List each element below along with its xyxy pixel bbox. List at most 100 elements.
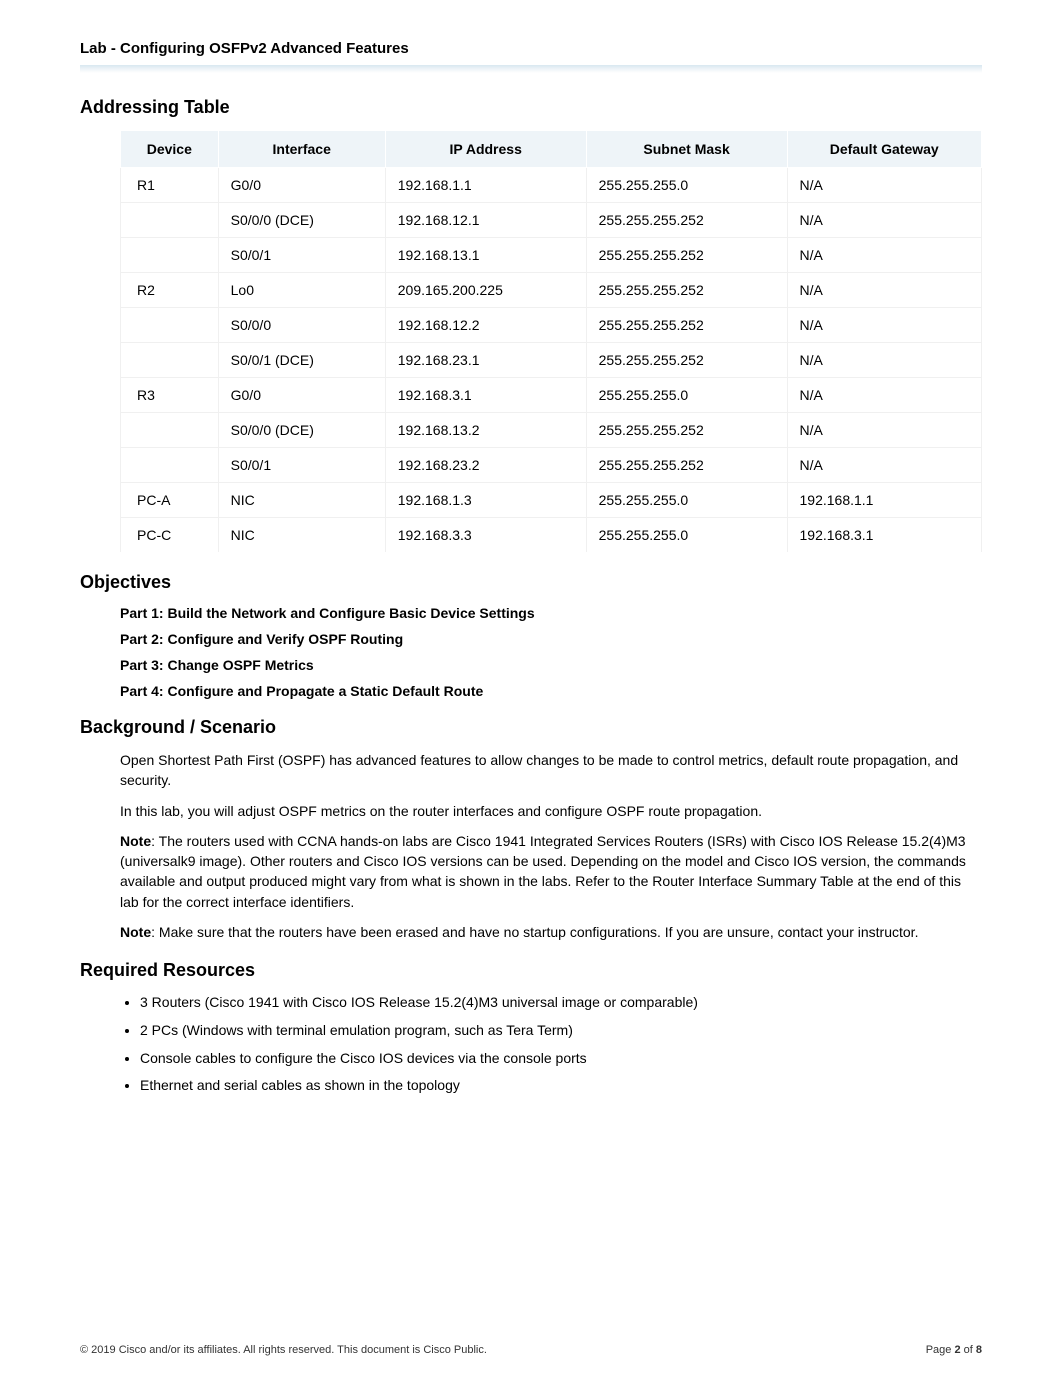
cell: 255.255.255.252 (586, 238, 787, 273)
addressing-table: Device Interface IP Address Subnet Mask … (120, 130, 982, 552)
resources-heading: Required Resources (80, 960, 982, 981)
cell: R3 (121, 378, 219, 413)
cell: 255.255.255.0 (586, 518, 787, 553)
table-row: S0/0/1192.168.13.1255.255.255.252N/A (121, 238, 982, 273)
bg-p1: Open Shortest Path First (OSPF) has adva… (120, 750, 982, 791)
cell: 209.165.200.225 (385, 273, 586, 308)
cell (121, 413, 219, 448)
cell: R1 (121, 168, 219, 203)
cell: S0/0/0 (218, 308, 385, 343)
col-gateway: Default Gateway (787, 131, 982, 168)
objective-item: Part 3: Change OSPF Metrics (120, 657, 982, 673)
lab-title: Lab - Configuring OSFPv2 Advanced Featur… (80, 40, 982, 65)
cell (121, 343, 219, 378)
cell: 255.255.255.252 (586, 413, 787, 448)
objective-item: Part 1: Build the Network and Configure … (120, 605, 982, 621)
cell: 255.255.255.252 (586, 203, 787, 238)
table-row: R2Lo0209.165.200.225255.255.255.252N/A (121, 273, 982, 308)
cell: 255.255.255.0 (586, 378, 787, 413)
note-label: Note (120, 924, 151, 940)
cell: S0/0/0 (DCE) (218, 413, 385, 448)
cell: 192.168.3.1 (787, 518, 982, 553)
note-body: : The routers used with CCNA hands-on la… (120, 833, 966, 910)
cell: 192.168.12.2 (385, 308, 586, 343)
cell: 192.168.12.1 (385, 203, 586, 238)
cell: 192.168.1.1 (385, 168, 586, 203)
cell: PC-A (121, 483, 219, 518)
cell: Lo0 (218, 273, 385, 308)
resources-list: 3 Routers (Cisco 1941 with Cisco IOS Rel… (80, 993, 982, 1095)
table-row: S0/0/1192.168.23.2255.255.255.252N/A (121, 448, 982, 483)
cell: 192.168.23.1 (385, 343, 586, 378)
cell: R2 (121, 273, 219, 308)
cell: 192.168.3.3 (385, 518, 586, 553)
objectives-heading: Objectives (80, 572, 982, 593)
cell: 192.168.13.1 (385, 238, 586, 273)
col-interface: Interface (218, 131, 385, 168)
cell: N/A (787, 413, 982, 448)
cell: N/A (787, 308, 982, 343)
bg-note1: Note: The routers used with CCNA hands-o… (120, 831, 982, 912)
table-row: S0/0/0192.168.12.2255.255.255.252N/A (121, 308, 982, 343)
table-row: S0/0/0 (DCE)192.168.12.1255.255.255.252N… (121, 203, 982, 238)
footer-page: Page 2 of 8 (926, 1344, 982, 1356)
cell: N/A (787, 203, 982, 238)
cell: 255.255.255.252 (586, 308, 787, 343)
cell: S0/0/1 (218, 448, 385, 483)
table-header-row: Device Interface IP Address Subnet Mask … (121, 131, 982, 168)
objectives-list: Part 1: Build the Network and Configure … (80, 605, 982, 699)
resource-item: Ethernet and serial cables as shown in t… (140, 1076, 982, 1096)
cell: 192.168.23.2 (385, 448, 586, 483)
cell (121, 238, 219, 273)
resource-item: 3 Routers (Cisco 1941 with Cisco IOS Rel… (140, 993, 982, 1013)
cell: 192.168.3.1 (385, 378, 586, 413)
cell (121, 308, 219, 343)
footer-copyright: © 2019 Cisco and/or its affiliates. All … (80, 1344, 487, 1356)
table-row: R1G0/0192.168.1.1255.255.255.0N/A (121, 168, 982, 203)
header-divider (80, 65, 982, 73)
note-body: : Make sure that the routers have been e… (151, 924, 918, 940)
objective-item: Part 4: Configure and Propagate a Static… (120, 683, 982, 699)
cell: 255.255.255.0 (586, 168, 787, 203)
cell: S0/0/1 (DCE) (218, 343, 385, 378)
objective-item: Part 2: Configure and Verify OSPF Routin… (120, 631, 982, 647)
cell: N/A (787, 238, 982, 273)
col-ip: IP Address (385, 131, 586, 168)
cell: N/A (787, 273, 982, 308)
cell: 255.255.255.0 (586, 483, 787, 518)
table-row: R3G0/0192.168.3.1255.255.255.0N/A (121, 378, 982, 413)
cell (121, 203, 219, 238)
bg-p2: In this lab, you will adjust OSPF metric… (120, 801, 982, 821)
cell: 255.255.255.252 (586, 273, 787, 308)
page-footer: © 2019 Cisco and/or its affiliates. All … (80, 1344, 982, 1356)
cell: N/A (787, 168, 982, 203)
cell: 192.168.13.2 (385, 413, 586, 448)
background-body: Open Shortest Path First (OSPF) has adva… (80, 750, 982, 942)
cell (121, 448, 219, 483)
cell: G0/0 (218, 378, 385, 413)
addressing-heading: Addressing Table (80, 97, 982, 118)
cell: S0/0/1 (218, 238, 385, 273)
cell: 255.255.255.252 (586, 343, 787, 378)
resource-item: 2 PCs (Windows with terminal emulation p… (140, 1021, 982, 1041)
cell: NIC (218, 518, 385, 553)
cell: 192.168.1.3 (385, 483, 586, 518)
cell: N/A (787, 343, 982, 378)
table-row: S0/0/1 (DCE)192.168.23.1255.255.255.252N… (121, 343, 982, 378)
note-label: Note (120, 833, 151, 849)
background-heading: Background / Scenario (80, 717, 982, 738)
bg-note2: Note: Make sure that the routers have be… (120, 922, 982, 942)
resource-item: Console cables to configure the Cisco IO… (140, 1049, 982, 1069)
table-row: PC-ANIC192.168.1.3255.255.255.0192.168.1… (121, 483, 982, 518)
cell: PC-C (121, 518, 219, 553)
col-device: Device (121, 131, 219, 168)
table-row: PC-CNIC192.168.3.3255.255.255.0192.168.3… (121, 518, 982, 553)
cell: 255.255.255.252 (586, 448, 787, 483)
cell: NIC (218, 483, 385, 518)
table-row: S0/0/0 (DCE)192.168.13.2255.255.255.252N… (121, 413, 982, 448)
cell: 192.168.1.1 (787, 483, 982, 518)
cell: S0/0/0 (DCE) (218, 203, 385, 238)
cell: N/A (787, 378, 982, 413)
cell: N/A (787, 448, 982, 483)
col-mask: Subnet Mask (586, 131, 787, 168)
